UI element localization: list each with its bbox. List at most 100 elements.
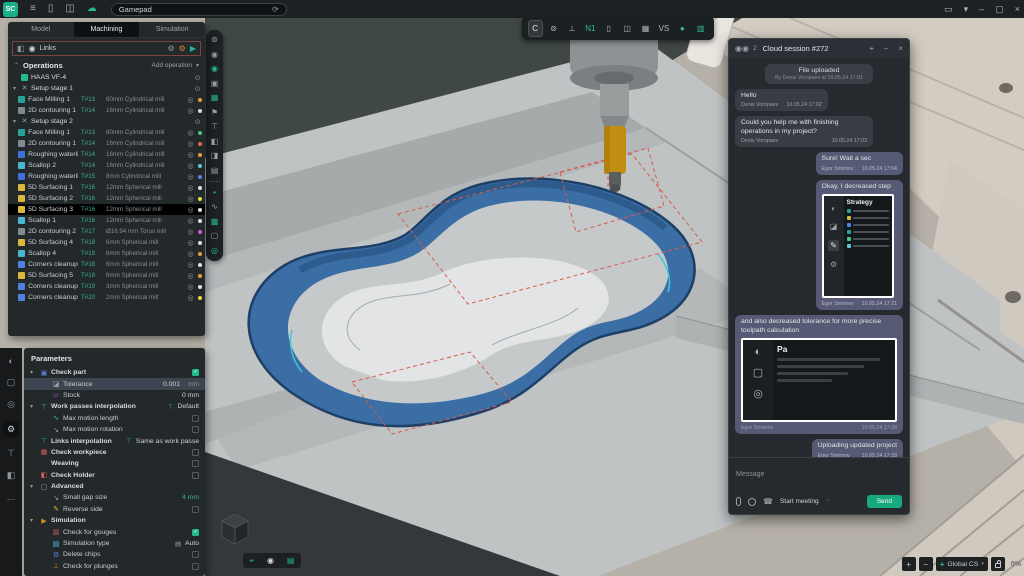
jaw-icon[interactable]: ◨ [211,152,219,160]
operation-row[interactable]: Roughing waterline 1T#1416mm Cylindrical… [8,149,205,160]
checkbox-unchecked[interactable] [192,415,199,422]
parameter-row[interactable]: ◪Tolerance0.001mm [24,378,205,389]
checkbox-unchecked[interactable] [192,551,199,558]
operation-row[interactable]: Corners cleanup 2T#193mm Spherical mill◎ [8,281,205,292]
lock-button[interactable] [991,557,1005,571]
parameter-row[interactable]: ▾▶Simulation [24,515,205,526]
parameter-row[interactable]: ✎Reverse side [24,504,205,515]
parameter-row[interactable]: ↘Small gap size4 mm [24,492,205,503]
visibility-icon[interactable]: ◎ [186,228,195,236]
operation-row[interactable]: Face Milling 1T#1360mm Cylindrical mill◎ [8,127,205,138]
vs-icon[interactable]: VS [656,20,671,37]
minimize-button[interactable]: – [979,4,984,14]
app-logo[interactable]: SC [3,2,18,17]
view-cube[interactable] [218,510,252,550]
checkbox-checked[interactable]: ✓ [192,529,199,536]
operation-row[interactable]: 2D contouring 1T#1416mm Cylindrical mill… [8,138,205,149]
visibility-icon[interactable]: ◎ [186,283,195,291]
project-selector[interactable]: Gamepad ⟳ [111,3,287,16]
checkbox-unchecked[interactable] [192,449,199,456]
operation-row[interactable]: Scallop 2T#1416mm Cylindrical mill◎ [8,160,205,171]
operation-row[interactable]: Corners cleanup 3T#202mm Spherical mill◎ [8,292,205,303]
parameter-row[interactable]: ▾⊤Work passes interpolation⊤Default [24,401,205,412]
shading-icon[interactable]: ◐ [8,356,13,366]
emoji-icon[interactable] [748,498,756,506]
visibility-icon[interactable]: ◎ [186,217,195,225]
visibility-icon[interactable]: ◎ [186,250,195,258]
cloud-icon[interactable]: ☁ [87,0,97,18]
camera-icon[interactable]: ◎ [211,247,218,255]
probe-icon[interactable]: ⊥ [564,20,579,37]
settings-icon[interactable]: ⚙ [3,421,19,437]
caret-icon[interactable]: ▾ [30,369,37,376]
share-user-icon[interactable]: ◉ [211,65,218,73]
machine-head-icon[interactable]: ⊚ [546,20,561,37]
visibility-icon[interactable]: ◎ [186,272,195,280]
operation-row[interactable]: Corners cleanup 1T#186mm Spherical mill◎ [8,259,205,270]
checkbox-checked[interactable]: ✓ [192,369,199,376]
chat-bubble-out[interactable]: Uploading updated projectEgor Smirnov10.… [812,439,903,457]
operation-row[interactable]: 5D Surfacing 1T#1612mm Spherical mill◎ [8,182,205,193]
parameter-value[interactable]: 0 mm [182,392,199,399]
table-icon[interactable]: ▤ [211,167,219,175]
checkbox-unchecked[interactable] [192,460,199,467]
parameter-row[interactable]: Weaving [24,458,205,469]
operation-row[interactable]: 5D Surfacing 5T#186mm Spherical mill◎ [8,270,205,281]
new-file-icon[interactable]: ▯ [48,0,54,18]
gear-icon[interactable]: ⚙ [168,44,175,53]
parameter-row[interactable]: ▦Check workpiece [24,447,205,458]
phone-icon[interactable]: ☎ [763,497,773,506]
tab-model[interactable]: Model [8,22,74,37]
coordinate-system-chip[interactable]: + Global CS ▾ [936,557,988,571]
operation-row[interactable]: Face Milling 1T#1360mm Cylindrical mill◎ [8,94,205,105]
tooling-icon[interactable]: ⊤ [7,448,15,459]
parameter-row[interactable]: ⊤Links interpolation⊤Same as work passe [24,435,205,446]
chat-close-icon[interactable]: × [898,44,903,53]
chat-minimize-icon[interactable]: – [884,44,888,53]
target-icon[interactable]: ⊙ [193,74,202,82]
chat-bubble-wide[interactable]: and also decreased tolerance for more pr… [735,315,903,434]
curve-icon[interactable]: ∿ [211,203,218,211]
visibility-icon[interactable]: ◎ [186,261,195,269]
library-icon[interactable]: ◧ [7,470,16,481]
mesh-icon[interactable]: ▩ [211,218,219,226]
tab-simulation[interactable]: Simulation [139,22,205,37]
stock-view-icon[interactable]: ▯ [601,20,616,37]
visibility-icon[interactable]: ◎ [186,184,195,192]
parameter-row[interactable]: ▾▢Advanced [24,481,205,492]
meeting-caret-icon[interactable]: ⌃ [826,499,830,505]
run-icon[interactable]: ▶ [190,44,196,53]
parameter-row[interactable]: ▤Simulation type▤Auto [24,538,205,549]
start-meeting-label[interactable]: Start meeting [780,498,819,505]
caret-icon[interactable]: ▾ [30,517,37,524]
parameter-row[interactable]: ⊥Check for plunges [24,561,205,572]
visibility-icon[interactable]: ◎ [186,151,195,159]
chevron-down-icon[interactable]: ▾ [964,4,969,15]
operation-row[interactable]: Roughing waterline 2T#158mm Cylindrical … [8,171,205,182]
collision-icon[interactable]: ● [675,20,690,37]
operation-row[interactable]: ▾✕Setup stage 1⊙ [8,83,205,94]
operation-row[interactable]: ▾✕Setup stage 2⊙ [8,116,205,127]
orbit-icon[interactable]: ◉ [267,556,274,565]
collapse-icon[interactable]: ⌃ [14,62,19,69]
parameter-row[interactable]: ▥Check for gouges✓ [24,526,205,537]
chat-header[interactable]: ◉◉ 2 Cloud session #272 ⌖ – × [729,39,909,58]
stock-icon[interactable]: ▣ [211,80,219,88]
table-view-icon[interactable]: ▦ [638,20,653,37]
stats-icon[interactable]: ▥ [693,20,708,37]
parameter-value[interactable]: Default [177,403,199,410]
display-icon[interactable]: ▭ [944,4,953,15]
visibility-icon[interactable]: ◎ [186,195,195,203]
parameter-row[interactable]: ◧Check Holder [24,470,205,481]
checkbox-unchecked[interactable] [192,563,199,570]
visibility-icon[interactable]: ◎ [186,140,195,148]
visibility-icon[interactable]: ◎ [186,206,195,214]
attach-icon[interactable] [736,497,741,506]
menu-icon[interactable]: ≡ [30,0,36,18]
operation-row[interactable]: 2D contouring 2T#17Ø16.94 mm Torus mill◎ [8,226,205,237]
fixture-icon[interactable]: ▦ [211,94,219,102]
parameter-row[interactable]: ▾▣Check part✓ [24,367,205,378]
parameter-row[interactable]: ∿Max motion length [24,413,205,424]
collapse-caret-icon[interactable]: ▾ [11,85,18,92]
marker-icon[interactable]: ⚑ [211,109,218,117]
